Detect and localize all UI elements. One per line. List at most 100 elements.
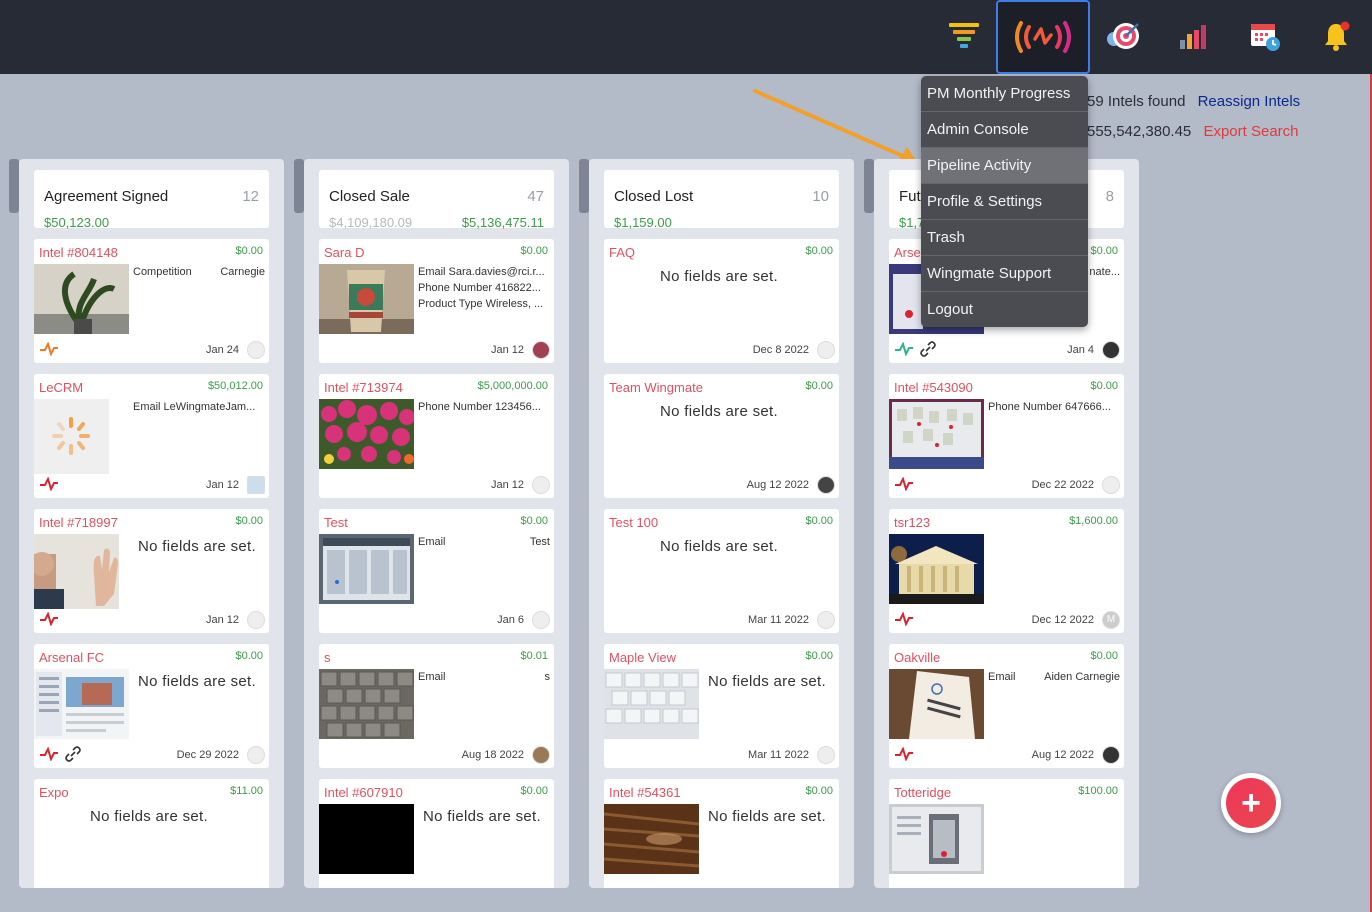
column-header[interactable]: Agreement Signed 12 $50,123.00 (34, 170, 269, 230)
owner-avatar[interactable] (1102, 476, 1120, 494)
menu-item-trash[interactable]: Trash (921, 220, 1088, 256)
intel-card[interactable]: Intel #543090 $0.00 Phone Number 647666.… (889, 374, 1124, 498)
card-amount: $50,012.00 (207, 380, 263, 392)
column-drag-handle[interactable] (294, 159, 304, 213)
intel-card[interactable]: tsr123 $1,600.00 Dec 12 2022 M (889, 509, 1124, 633)
card-title[interactable]: Test 100 (609, 515, 658, 530)
export-search-link[interactable]: Export Search (1203, 123, 1298, 140)
column-total: $1,159.00 (614, 215, 672, 230)
intel-card[interactable]: Totteridge $100.00 (889, 779, 1124, 888)
intel-card[interactable]: Team Wingmate $0.00 No fields are set. A… (604, 374, 839, 498)
card-title[interactable]: Intel #54361 (609, 785, 681, 800)
owner-avatar[interactable] (532, 476, 550, 494)
card-title[interactable]: Team Wingmate (609, 380, 703, 395)
owner-avatar[interactable] (247, 341, 265, 359)
card-title[interactable]: Expo (39, 785, 69, 800)
card-amount: $0.00 (235, 515, 263, 527)
card-title[interactable]: Test (324, 515, 348, 530)
column-drag-handle[interactable] (864, 159, 874, 213)
owner-avatar[interactable] (817, 341, 835, 359)
owner-avatar[interactable] (817, 611, 835, 629)
intel-card[interactable]: FAQ $0.00 No fields are set. Dec 8 2022 (604, 239, 839, 363)
intel-card[interactable]: Test 100 $0.00 No fields are set. Mar 11… (604, 509, 839, 633)
intel-card[interactable]: Intel #54361 $0.00 No fields are set. (604, 779, 839, 888)
column-header[interactable]: Closed Sale 47 $4,109,180.09 $5,136,475.… (319, 170, 554, 230)
card-title[interactable]: Intel #713974 (324, 380, 403, 395)
menu-item-logout[interactable]: Logout (921, 292, 1088, 327)
column-drag-handle[interactable] (579, 159, 589, 213)
card-amount: $0.00 (235, 245, 263, 257)
menu-item-pipeline-activity[interactable]: Pipeline Activity (921, 148, 1088, 184)
menu-item-pm-monthly-progress[interactable]: PM Monthly Progress (921, 76, 1088, 112)
bell-icon[interactable] (1314, 14, 1358, 58)
calendar-icon[interactable] (1243, 14, 1287, 58)
card-field-product-type: Product Type Wireless, ... (418, 298, 544, 310)
pipeline-activity-icon[interactable] (996, 0, 1090, 74)
menu-item-wingmate-support[interactable]: Wingmate Support (921, 256, 1088, 292)
owner-avatar[interactable] (1102, 341, 1120, 359)
card-title[interactable]: Maple View (609, 650, 676, 665)
activity-pulse-icon (895, 342, 913, 356)
card-amount: $0.00 (805, 515, 833, 527)
card-title[interactable]: FAQ (609, 245, 635, 260)
add-intel-button[interactable]: + (1221, 773, 1281, 833)
column-header[interactable]: Closed Lost 10 $1,159.00 (604, 170, 839, 230)
card-date: Jan 6 (497, 614, 524, 626)
intel-card[interactable]: Arsenal FC $0.00 No fields are set. Dec … (34, 644, 269, 768)
intel-card[interactable]: LeCRM $50,012.00 Email LeWingmateJam... … (34, 374, 269, 498)
card-title[interactable]: Intel #607910 (324, 785, 403, 800)
intel-card[interactable]: Intel #607910 $0.00 No fields are set. (319, 779, 554, 888)
intel-card[interactable]: Expo $11.00 No fields are set. (34, 779, 269, 888)
menu-item-profile-settings[interactable]: Profile & Settings (921, 184, 1088, 220)
column-drag-handle[interactable] (9, 159, 19, 213)
target-icon[interactable] (1100, 14, 1144, 58)
card-title[interactable]: Sara D (324, 245, 364, 260)
owner-avatar[interactable] (247, 746, 265, 764)
link-icon[interactable] (920, 341, 936, 357)
activity-pulse-icon (40, 612, 58, 626)
owner-avatar[interactable] (532, 746, 550, 764)
reassign-intels-link[interactable]: Reassign Intels (1198, 93, 1301, 110)
link-icon[interactable] (65, 746, 81, 762)
card-thumbnail (319, 669, 414, 739)
card-title[interactable]: Totteridge (894, 785, 951, 800)
plus-icon: + (1226, 778, 1276, 828)
intel-card[interactable]: s $0.01 Email s Aug 18 2022 (319, 644, 554, 768)
intel-card[interactable]: Test $0.00 Email Test Jan 6 (319, 509, 554, 633)
bar-chart-icon[interactable] (1172, 14, 1216, 58)
card-thumbnail (889, 399, 984, 469)
owner-avatar[interactable] (532, 341, 550, 359)
card-title[interactable]: Intel #718997 (39, 515, 118, 530)
intel-card[interactable]: Intel #718997 $0.00 No fields are set. J… (34, 509, 269, 633)
owner-avatar[interactable] (532, 611, 550, 629)
menu-item-admin-console[interactable]: Admin Console (921, 112, 1088, 148)
intel-card[interactable]: Intel #713974 $5,000,000.00 Phone Number… (319, 374, 554, 498)
card-title[interactable]: LeCRM (39, 380, 83, 395)
card-title[interactable]: Arse (894, 245, 921, 260)
card-amount: $0.00 (520, 245, 548, 257)
intel-card[interactable]: Oakville $0.00 Email Aiden Carnegie Aug … (889, 644, 1124, 768)
owner-avatar[interactable] (247, 611, 265, 629)
card-title[interactable]: tsr123 (894, 515, 930, 530)
search-total-amount: 555,542,380.45 (1087, 123, 1192, 140)
intel-card[interactable]: Maple View $0.00 No fields are set. Mar … (604, 644, 839, 768)
card-amount: $0.00 (805, 785, 833, 797)
owner-avatar[interactable] (817, 746, 835, 764)
owner-avatar[interactable]: M (1102, 611, 1120, 629)
intel-card[interactable]: Sara D $0.00 Email Sara.davies@rci.r... … (319, 239, 554, 363)
card-title[interactable]: Intel #543090 (894, 380, 973, 395)
card-amount: $0.00 (520, 785, 548, 797)
funnel-icon[interactable] (942, 14, 986, 58)
owner-avatar[interactable] (817, 476, 835, 494)
card-title[interactable]: Arsenal FC (39, 650, 104, 665)
card-thumbnail (319, 264, 414, 334)
owner-avatar[interactable] (1102, 746, 1120, 764)
owner-avatar[interactable] (247, 476, 265, 494)
card-title[interactable]: Intel #804148 (39, 245, 118, 260)
card-title[interactable]: s (324, 650, 331, 665)
intel-card[interactable]: Intel #804148 $0.00 Competition Carnegie… (34, 239, 269, 363)
card-title[interactable]: Oakville (894, 650, 940, 665)
search-total: 555,542,380.45 Export Search (1087, 123, 1299, 140)
pipeline-activity-menu: PM Monthly Progress Admin Console Pipeli… (921, 76, 1088, 327)
column-total: $4,109,180.09 (329, 215, 413, 230)
